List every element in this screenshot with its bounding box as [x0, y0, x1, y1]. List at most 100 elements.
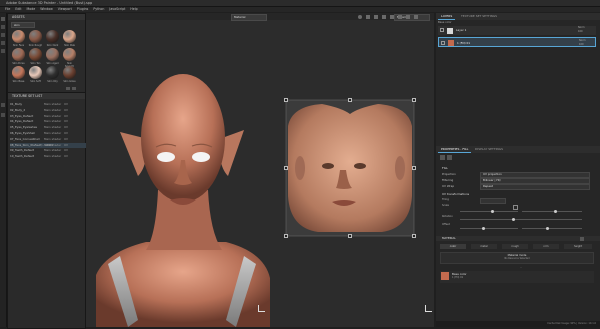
- split-view-icon[interactable]: [398, 14, 402, 19]
- uv-handle-top-right[interactable]: [412, 98, 416, 102]
- tab-properties-fill[interactable]: PROPERTIES - FILL: [438, 146, 472, 153]
- scale-slider[interactable]: [460, 211, 518, 212]
- texture-set-row[interactable]: 04_Eyes_Default Main shader UV: [10, 119, 90, 125]
- layer-opacity[interactable]: 100: [579, 43, 584, 48]
- texture-set-shader[interactable]: Main shader: [44, 114, 61, 120]
- menu-file[interactable]: File: [5, 7, 10, 12]
- projection-tool-icon[interactable]: [1, 33, 5, 37]
- display-settings-icon[interactable]: [382, 14, 386, 19]
- scale-slider-knob[interactable]: [491, 209, 494, 213]
- tiling-mode-dropdown[interactable]: [480, 198, 506, 204]
- texture-set-shader[interactable]: Main shader: [44, 154, 61, 160]
- uv-handle-top-left[interactable]: [284, 98, 288, 102]
- texture-set-shader[interactable]: Main shader: [44, 137, 61, 143]
- symmetry-icon[interactable]: [390, 14, 394, 19]
- camera-icon[interactable]: [358, 14, 362, 19]
- texture-set-row[interactable]: 08_Face_Skin_(Default) - UDIM Main shader…: [10, 142, 90, 149]
- offset-x-slider-knob[interactable]: [482, 226, 485, 230]
- polyfill-tool-icon[interactable]: [1, 103, 5, 107]
- texture-set-row[interactable]: 03_Eyes_Default Main shader UV: [10, 114, 90, 120]
- asset-thumbnail[interactable]: [46, 48, 59, 61]
- scale-y-slider[interactable]: [522, 211, 582, 212]
- menu-help[interactable]: Help: [130, 7, 137, 12]
- render-icon[interactable]: [366, 14, 370, 19]
- texture-set-shader[interactable]: Main shader: [44, 119, 61, 125]
- texture-set-row[interactable]: 02_Body_2 Main shader UV: [10, 108, 90, 114]
- texture-set-row[interactable]: 06_Eyes_EyeShell Main shader UV: [10, 131, 90, 137]
- menu-plugins[interactable]: Plugins: [77, 7, 88, 12]
- layer-row[interactable]: Layer 1 Norm 100: [438, 26, 596, 35]
- fullscreen-icon[interactable]: [406, 14, 410, 19]
- base-color-row[interactable]: Base color 1 (Fill) 01: [440, 271, 594, 283]
- texture-set-row[interactable]: 07_Face_CorneaShell Main shader UV: [10, 137, 90, 143]
- brush-tool-icon[interactable]: [1, 17, 5, 21]
- asset-thumbnail[interactable]: [46, 30, 59, 43]
- asset-thumbnail[interactable]: [46, 66, 59, 79]
- grid-view-icon[interactable]: [66, 87, 70, 90]
- offset-y-slider[interactable]: [522, 228, 582, 229]
- eraser-tool-icon[interactable]: [1, 25, 5, 29]
- material-mode-box[interactable]: Material mode No Resource Selected: [440, 252, 594, 264]
- asset-thumbnail[interactable]: [29, 48, 42, 61]
- rotation-slider[interactable]: [460, 219, 582, 220]
- channel-color-toggle[interactable]: color: [440, 244, 466, 249]
- smudge-tool-icon[interactable]: [1, 41, 5, 45]
- rotation-slider-knob[interactable]: [512, 217, 515, 221]
- visibility-toggle-icon[interactable]: [440, 28, 444, 32]
- asset-thumbnail[interactable]: [63, 48, 76, 61]
- uv-handle-bottom-left[interactable]: [284, 234, 288, 238]
- texture-set-row[interactable]: 09_Teeth_Default Main shader UV: [10, 148, 90, 154]
- offset-y-slider-knob[interactable]: [546, 226, 549, 230]
- menu-mode[interactable]: Mode: [27, 7, 36, 12]
- texture-set-shader[interactable]: Main shader: [44, 143, 61, 149]
- texture-set-row[interactable]: 01_Body Main shader UV: [10, 102, 90, 108]
- uv-2d-view[interactable]: [282, 96, 418, 240]
- uv-handle-bottom[interactable]: [348, 234, 352, 238]
- asset-thumbnail[interactable]: [63, 30, 76, 43]
- clone-tool-icon[interactable]: [1, 49, 5, 53]
- asset-thumbnail[interactable]: [29, 66, 42, 79]
- texture-set-row[interactable]: 05_Eyes_Eyelashes Main shader UV: [10, 125, 90, 131]
- texture-set-shader[interactable]: Main shader: [44, 148, 61, 154]
- uv-wrap-dropdown[interactable]: Repeat: [480, 184, 590, 190]
- channel-rough-toggle[interactable]: rough: [502, 244, 528, 249]
- tab-layers[interactable]: LAYERS: [438, 13, 456, 20]
- uv-handle-right[interactable]: [412, 166, 416, 170]
- texture-set-shader[interactable]: Main shader: [44, 125, 61, 131]
- offset-x-slider[interactable]: [460, 228, 518, 229]
- channel-metal-toggle[interactable]: metal: [471, 244, 497, 249]
- material-options-icon[interactable]: [580, 236, 584, 241]
- scale-y-slider-knob[interactable]: [554, 209, 557, 213]
- visibility-toggle-icon[interactable]: [441, 40, 445, 45]
- channel-height-toggle[interactable]: height: [564, 244, 592, 249]
- menu-python[interactable]: Python: [93, 7, 104, 12]
- screenshot-icon[interactable]: [414, 14, 418, 19]
- base-color-swatch[interactable]: [441, 272, 449, 280]
- asset-thumbnail[interactable]: [12, 66, 25, 79]
- view-mode-icon[interactable]: [374, 14, 378, 19]
- menu-viewport[interactable]: Viewport: [58, 7, 72, 12]
- uv-handle-bottom-right[interactable]: [412, 234, 416, 238]
- menu-window[interactable]: Window: [40, 7, 53, 12]
- uv-transformations-title[interactable]: UV transformations: [442, 192, 469, 196]
- fill-mode-icon[interactable]: [440, 155, 445, 160]
- layer-row[interactable]: 1 (Fill) 01 Norm 100: [438, 37, 596, 47]
- layer-opacity[interactable]: 100: [578, 30, 583, 35]
- asset-thumbnail[interactable]: [63, 66, 76, 79]
- texture-set-shader[interactable]: Main shader: [44, 131, 61, 137]
- mask-mode-icon[interactable]: [447, 155, 452, 160]
- scale-lock-icon[interactable]: [513, 205, 518, 210]
- menu-edit[interactable]: Edit: [15, 7, 21, 12]
- material-chevron-icon[interactable]: ⌄: [520, 266, 522, 269]
- texture-set-shader[interactable]: Main shader: [44, 108, 61, 114]
- tab-display-settings[interactable]: DISPLAY SETTINGS: [472, 146, 506, 152]
- texture-set-shader[interactable]: Main shader: [44, 102, 61, 108]
- uv-handle-left[interactable]: [284, 166, 288, 170]
- texture-set-row[interactable]: 10_Teeth_Default Main shader UV: [10, 154, 90, 160]
- menu-javascript[interactable]: JavaScript: [109, 7, 125, 12]
- picker-tool-icon[interactable]: [1, 113, 5, 117]
- uv-handle-top[interactable]: [348, 98, 352, 102]
- asset-thumbnail[interactable]: [12, 30, 25, 43]
- tab-texture-set-settings[interactable]: TEXTURE SET SETTINGS: [458, 13, 500, 19]
- channel-nrm-toggle[interactable]: nrm: [533, 244, 559, 249]
